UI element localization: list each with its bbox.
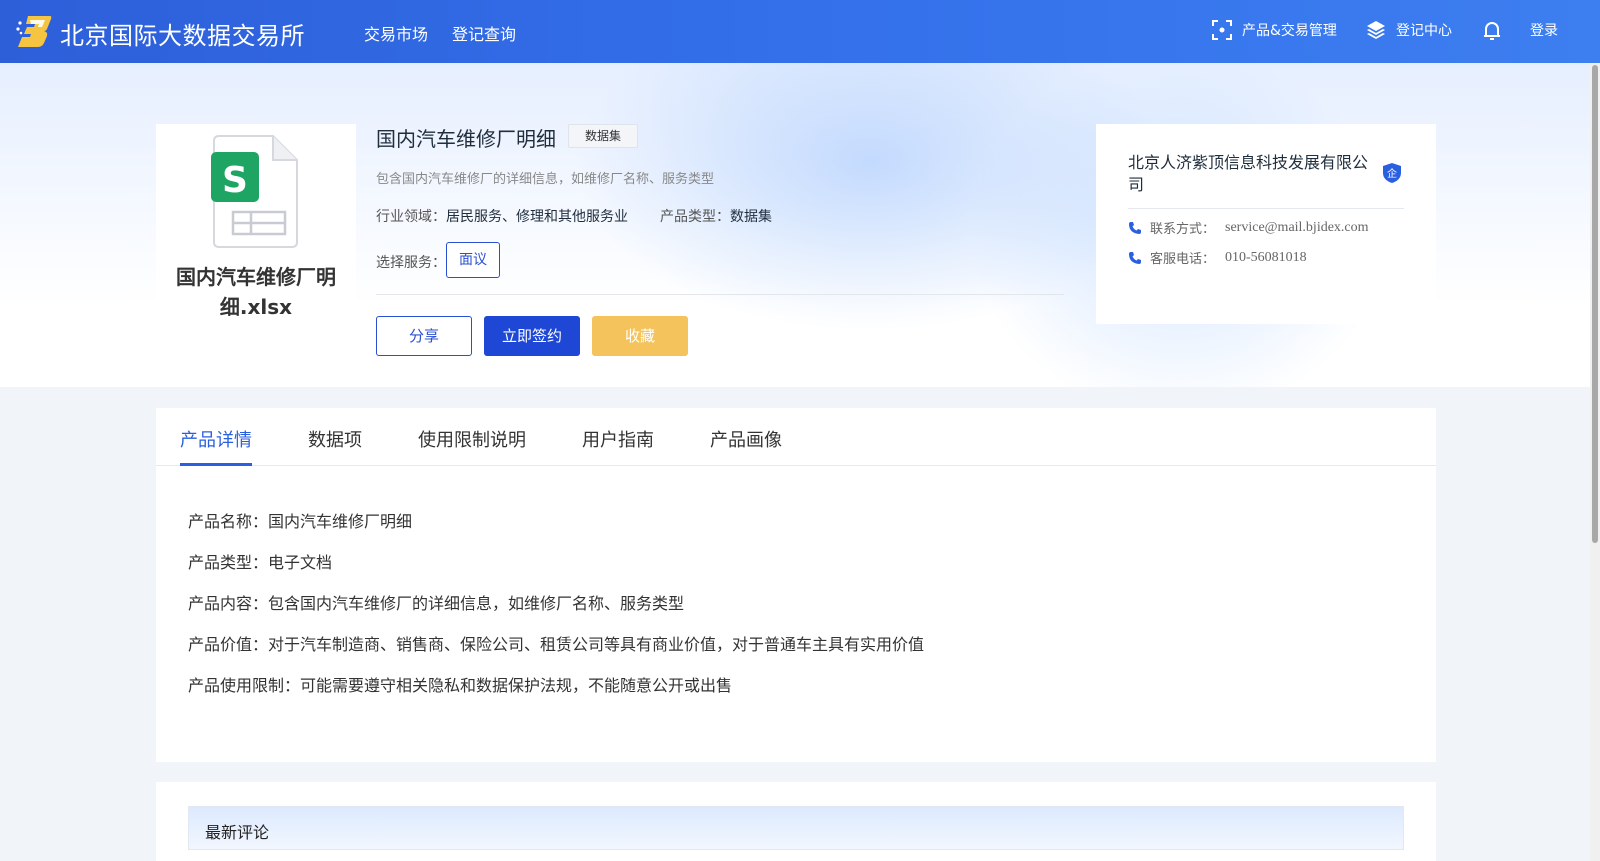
company-name[interactable]: 北京人济紫顶信息科技发展有限公司	[1128, 152, 1378, 196]
active-tab-indicator	[180, 463, 252, 466]
top-header: 北京国际大数据交易所 交易市场 登记查询 产品&交易管理 登记中心 登录	[0, 0, 1600, 63]
login-label: 登录	[1530, 23, 1558, 39]
tab-product-profile[interactable]: 产品画像	[710, 426, 782, 452]
industry-label: 行业领域：	[376, 209, 446, 225]
scrollbar-thumb[interactable]	[1592, 65, 1598, 543]
favorite-button[interactable]: 收藏	[592, 316, 688, 356]
contact-label: 联系方式：	[1150, 222, 1216, 237]
phone-icon	[1129, 251, 1141, 264]
product-description: 包含国内汽车维修厂的详细信息，如维修厂名称、服务类型	[376, 172, 715, 187]
tab-user-guide[interactable]: 用户指南	[582, 426, 654, 452]
detail-product-type: 产品类型：电子文档	[188, 553, 333, 572]
contact-email[interactable]: service@mail.bjidex.com	[1225, 220, 1369, 236]
nav-registration-query[interactable]: 登记查询	[452, 21, 516, 45]
layers-icon	[1367, 21, 1385, 39]
industry-value: 居民服务、修理和其他服务业	[446, 209, 628, 225]
service-label: 选择服务：	[376, 255, 446, 271]
svg-text:S: S	[222, 160, 248, 201]
service-negotiable-option[interactable]: 面议	[446, 242, 500, 278]
bjidex-logo-icon[interactable]	[16, 14, 52, 48]
comments-section: 最新评论	[156, 782, 1436, 861]
company-divider	[1128, 208, 1404, 209]
product-type-label: 产品类型：	[660, 209, 730, 225]
sign-now-button[interactable]: 立即签约	[484, 316, 580, 356]
contact-email-row: 联系方式： service@mail.bjidex.com	[1128, 218, 1369, 237]
product-title: 国内汽车维修厂明细	[376, 127, 556, 151]
company-card: 北京人济紫顶信息科技发展有限公司 企 联系方式： service@mail.bj…	[1096, 124, 1436, 324]
login-link[interactable]: 登录	[1530, 20, 1558, 40]
product-detail-panel: 产品详情 数据项 使用限制说明 用户指南 产品画像 产品名称：国内汽车维修厂明细…	[156, 408, 1436, 762]
detail-product-value: 产品价值：对于汽车制造商、销售商、保险公司、租赁公司等具有商业价值，对于普通车主…	[188, 635, 925, 654]
comments-header: 最新评论	[188, 806, 1404, 850]
tab-data-items[interactable]: 数据项	[308, 426, 362, 452]
product-type-value: 数据集	[730, 209, 772, 225]
detail-tabs: 产品详情 数据项 使用限制说明 用户指南 产品画像	[156, 408, 1436, 466]
enterprise-verified-icon: 企	[1383, 163, 1401, 183]
industry-field: 行业领域：居民服务、修理和其他服务业	[376, 206, 628, 226]
tab-usage-restrictions[interactable]: 使用限制说明	[418, 426, 526, 452]
bell-icon[interactable]	[1482, 20, 1502, 42]
nav-trading-market[interactable]: 交易市场	[364, 21, 428, 45]
register-center-label: 登记中心	[1396, 23, 1452, 39]
page-scrollbar[interactable]	[1590, 63, 1600, 861]
share-button[interactable]: 分享	[376, 316, 472, 356]
tab-product-details[interactable]: 产品详情	[180, 426, 252, 452]
comments-title: 最新评论	[205, 823, 270, 842]
phone-number[interactable]: 010-56081018	[1225, 250, 1307, 266]
detail-product-content: 产品内容：包含国内汽车维修厂的详细信息，如维修厂名称、服务类型	[188, 594, 685, 613]
product-trade-management-label: 产品&交易管理	[1242, 23, 1337, 39]
hero-divider	[376, 294, 1064, 295]
phone-label: 客服电话：	[1150, 252, 1216, 267]
file-preview-card: S 国内汽车维修厂明细.xlsx	[156, 124, 356, 322]
brand-name[interactable]: 北京国际大数据交易所	[60, 16, 305, 51]
svg-text:企: 企	[1387, 167, 1397, 180]
detail-product-name: 产品名称：国内汽车维修厂明细	[188, 512, 413, 531]
scan-icon	[1212, 20, 1232, 40]
product-trade-management-link[interactable]: 产品&交易管理	[1212, 20, 1337, 40]
contact-phone-row: 客服电话： 010-56081018	[1128, 248, 1307, 267]
product-type-field: 产品类型：数据集	[660, 206, 772, 226]
spreadsheet-file-icon: S	[211, 135, 298, 248]
detail-usage-limits: 产品使用限制：可能需要遵守相关隐私和数据保护法规，不能随意公开或出售	[188, 676, 733, 695]
product-type-tag: 数据集	[568, 124, 638, 148]
register-center-link[interactable]: 登记中心	[1366, 20, 1452, 40]
file-name: 国内汽车维修厂明细.xlsx	[176, 265, 336, 319]
phone-icon	[1129, 221, 1141, 234]
